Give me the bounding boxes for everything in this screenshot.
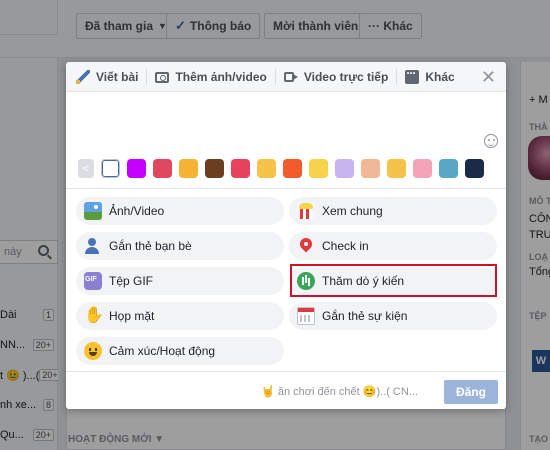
option-tag-event[interactable]: Gắn thẻ sự kiện [289, 302, 497, 330]
option-label: Gắn thẻ bạn bè [109, 239, 192, 253]
post-text-input[interactable] [66, 93, 506, 153]
swatch[interactable] [309, 159, 328, 178]
swatch-prev-button[interactable]: < [78, 159, 94, 178]
composer-footer: 🤘 ăn chơi đến chết 😊)..( CN... Đăng [66, 371, 506, 409]
composer-tabs: Viết bài Thêm ảnh/video Video trực tiếp … [66, 62, 506, 92]
smiley-icon [84, 342, 102, 360]
tab-separator [274, 68, 276, 85]
tab-label: Khác [425, 69, 455, 84]
option-label: Tệp GIF [109, 274, 154, 288]
pencil-icon [76, 69, 90, 84]
tab-live-video[interactable]: Video trực tiếp [267, 62, 389, 92]
option-label: Họp mặt [109, 309, 155, 323]
swatch[interactable] [361, 159, 380, 178]
tab-add-photo-video[interactable]: Thêm ảnh/video [138, 62, 267, 92]
camera-icon [155, 71, 170, 83]
tab-more[interactable]: Khác [388, 62, 455, 92]
tab-separator [146, 68, 148, 85]
popcorn-icon [297, 202, 315, 220]
option-meetup[interactable]: Họp mặt [76, 302, 284, 330]
posting-as-label[interactable]: 🤘 ăn chơi đến chết 😊)..( CN... [261, 385, 418, 398]
tab-separator [396, 68, 398, 85]
tab-label: Video trực tiếp [303, 69, 389, 84]
divider [66, 188, 506, 189]
poll-icon [297, 272, 315, 290]
swatch[interactable] [257, 159, 276, 178]
close-icon[interactable]: ✕ [481, 67, 496, 88]
option-label: Thăm dò ý kiến [322, 274, 405, 288]
swatch[interactable] [153, 159, 172, 178]
option-check-in[interactable]: Check in [289, 232, 497, 260]
swatch[interactable] [127, 159, 146, 178]
option-gif[interactable]: Tệp GIF [76, 267, 284, 295]
option-photo-video[interactable]: Ảnh/Video [76, 197, 284, 225]
swatch[interactable] [413, 159, 432, 178]
post-composer-dialog: Viết bài Thêm ảnh/video Video trực tiếp … [66, 62, 506, 409]
swatch[interactable] [205, 159, 224, 178]
swatch[interactable] [283, 159, 302, 178]
swatch[interactable] [335, 159, 354, 178]
location-pin-icon [297, 237, 315, 255]
option-label: Ảnh/Video [109, 204, 165, 218]
option-label: Gắn thẻ sự kiện [322, 309, 408, 323]
tab-write-post[interactable]: Viết bài [76, 62, 138, 92]
video-camera-icon [283, 71, 298, 82]
option-feeling-activity[interactable]: Cảm xúc/Hoạt động [76, 337, 284, 365]
swatch[interactable] [439, 159, 458, 178]
more-icon [405, 66, 420, 84]
photo-icon [84, 202, 102, 220]
option-tag-friends[interactable]: Gắn thẻ bạn bè [76, 232, 284, 260]
swatch[interactable] [387, 159, 406, 178]
background-color-picker: < [78, 159, 484, 179]
post-button[interactable]: Đăng [444, 380, 498, 404]
swatch[interactable] [465, 159, 484, 178]
swatch[interactable] [231, 159, 250, 178]
option-label: Cảm xúc/Hoạt động [109, 344, 216, 358]
wave-hand-icon [84, 305, 104, 325]
tag-friends-icon [84, 237, 102, 255]
emoji-picker-icon[interactable] [484, 134, 498, 148]
option-label: Xem chung [322, 204, 383, 218]
gif-icon [84, 272, 102, 290]
calendar-icon [297, 307, 315, 325]
swatch[interactable] [179, 159, 198, 178]
option-poll[interactable]: Thăm dò ý kiến [289, 267, 497, 295]
tab-label: Thêm ảnh/video [175, 69, 267, 84]
tab-label: Viết bài [96, 69, 139, 84]
option-watch-party[interactable]: Xem chung [289, 197, 497, 225]
option-label: Check in [322, 239, 369, 253]
swatch-white[interactable] [101, 159, 120, 178]
